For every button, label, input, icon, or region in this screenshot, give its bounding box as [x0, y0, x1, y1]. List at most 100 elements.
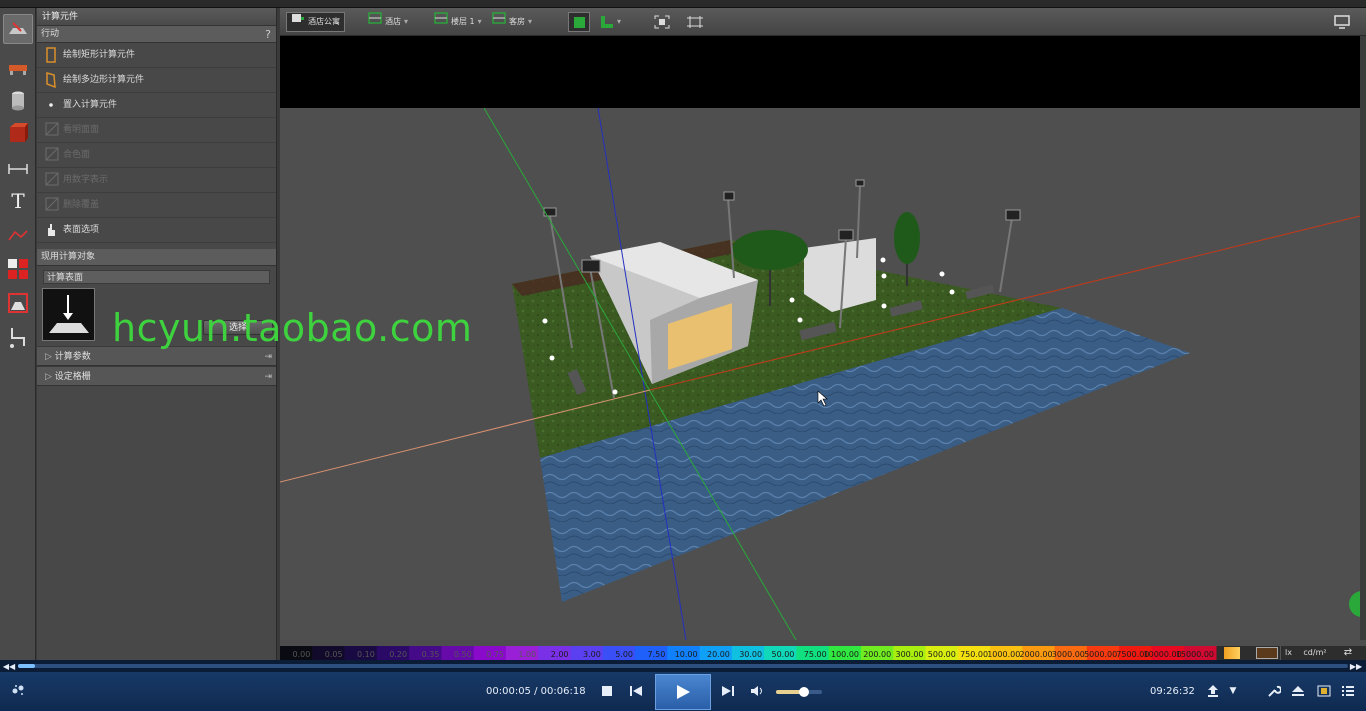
calc-elements-panel: 计算元件 行动 ? 绘制矩形计算元件 绘制多边形计算元件 置入计算元件 看明面面合色面… [37, 8, 277, 660]
legend-value-label: 3000.00 [1052, 650, 1085, 659]
current-object-section-header: 现用计算对象 [37, 249, 276, 266]
seek-track[interactable] [18, 664, 1348, 668]
dimension-icon[interactable] [682, 12, 708, 32]
wrench-icon[interactable] [1266, 682, 1282, 700]
legend-value-label: 0.20 [389, 650, 407, 659]
action-list: 绘制矩形计算元件 绘制多边形计算元件 置入计算元件 看明面面合色面用数字表示删除覆盖表… [37, 43, 276, 243]
viewport-selector-label: 客房 [509, 17, 525, 26]
legend-value-label: 15000.00 [1176, 650, 1214, 659]
legend-value-label: 2000.00 [1020, 650, 1053, 659]
viewport-selector-label: 酒店 [385, 17, 401, 26]
action-item-label: 用数字表示 [63, 174, 109, 185]
path-icon[interactable] [3, 322, 33, 352]
play-button[interactable] [655, 674, 711, 710]
room-cube-icon[interactable] [3, 118, 33, 148]
previous-button[interactable] [628, 684, 644, 698]
colors-grid-icon[interactable] [3, 254, 33, 284]
legend-value-label: 1.00 [518, 650, 536, 659]
viewport-selector-label: 楼层 1 [451, 17, 475, 26]
calc-element-tool-icon[interactable] [3, 14, 33, 44]
seek-forward-icon[interactable]: ▶▶ [1350, 660, 1362, 672]
swap-icon[interactable]: ⇄ [1338, 646, 1358, 660]
eject-icon[interactable] [1290, 682, 1306, 700]
solid-view-icon[interactable] [568, 12, 590, 32]
fit-view-icon[interactable] [650, 12, 674, 32]
calc-params-expander[interactable]: ▷ 计算参数 ⇥ [37, 346, 276, 366]
pin-icon[interactable]: ⇥ [264, 367, 272, 387]
rectangle-element-icon [45, 47, 57, 63]
action-item[interactable]: 置入计算元件 [37, 93, 276, 118]
action-item: 看明面面 [37, 118, 276, 143]
legend-value-label: 20.00 [707, 650, 730, 659]
l-shape-icon[interactable]: ▾ [596, 12, 625, 32]
playlist-icon[interactable] [1340, 682, 1356, 700]
legend-swatch-icon[interactable] [1224, 647, 1240, 659]
action-item-label: 绘制多边形计算元件 [63, 74, 145, 85]
panel-title: 计算元件 [37, 8, 276, 26]
help-icon[interactable]: ? [265, 26, 271, 43]
3d-scene[interactable] [279, 107, 1366, 641]
current-object-box: 计算表面 选择 [37, 266, 276, 346]
legend-value-label: 0.10 [357, 650, 375, 659]
action-item[interactable]: 绘制矩形计算元件 [37, 43, 276, 68]
pin-icon[interactable]: ⇥ [264, 347, 272, 367]
action-item: 合色面 [37, 143, 276, 168]
measure-icon[interactable] [3, 154, 33, 184]
screen-icon[interactable] [1316, 682, 1332, 700]
hand-icon [45, 222, 57, 238]
viewport-toolbar: 酒店公寓 酒店 ▾ 楼层 1 ▾ 客房 ▾ ▾ [280, 8, 1366, 36]
next-button[interactable] [720, 684, 736, 698]
volume-slider[interactable] [776, 687, 822, 697]
volume-knob[interactable] [798, 687, 809, 697]
legend-value-label: 0.50 [454, 650, 472, 659]
action-item-label: 置入计算元件 [63, 99, 118, 110]
legend-value-label: 30.00 [739, 650, 762, 659]
chevron-down-icon: ▾ [404, 17, 409, 26]
curve-icon[interactable] [3, 220, 33, 250]
viewport-scrollbar[interactable] [1360, 36, 1366, 640]
stack-icon [368, 12, 382, 32]
legend-value-label: 2.00 [551, 650, 569, 659]
legend-value-label: 3.00 [583, 650, 601, 659]
select-button[interactable]: 选择 [203, 320, 273, 335]
grid-settings-expander[interactable]: ▷ 设定格栅 ⇥ [37, 366, 276, 386]
action-item[interactable]: 表面选项 [37, 218, 276, 243]
viewport-selector-2[interactable]: 楼层 1 ▾ [430, 12, 486, 32]
legend-value-label: 1000.00 [987, 650, 1020, 659]
candela-unit-button[interactable]: cd/m² [1300, 646, 1330, 660]
stop-button[interactable] [600, 684, 614, 698]
actions-section-header: 行动 ? [37, 26, 276, 43]
text-icon[interactable]: T [3, 186, 33, 216]
3d-viewport[interactable]: 酒店公寓 酒店 ▾ 楼层 1 ▾ 客房 ▾ ▾ 0.00 0.05 0.10 0… [279, 8, 1366, 660]
legend-swatch-selected-icon[interactable] [1256, 647, 1278, 659]
dropdown-icon[interactable]: ▼ [1226, 682, 1240, 700]
action-item-label: 合色面 [63, 149, 91, 160]
monitor-icon[interactable] [1330, 12, 1354, 32]
viewport-selector-3[interactable]: 客房 ▾ [488, 12, 536, 32]
upload-icon[interactable] [1204, 682, 1222, 700]
seek-back-icon[interactable]: ◀◀ [3, 660, 15, 672]
viewport-selector-label: 酒店公寓 [308, 17, 340, 26]
room-icon [492, 12, 506, 32]
legend-value-label: 100.00 [831, 650, 859, 659]
floor-icon [434, 12, 448, 32]
calc-surface-icon[interactable] [3, 288, 33, 318]
action-item-label: 绘制矩形计算元件 [63, 49, 136, 60]
action-item[interactable]: 绘制多边形计算元件 [37, 68, 276, 93]
viewport-selector-1[interactable]: 酒店 ▾ [364, 12, 412, 32]
viewport-selector-0[interactable]: 酒店公寓 [286, 12, 345, 32]
volume-icon[interactable] [750, 684, 766, 698]
sofa-icon[interactable] [3, 54, 33, 84]
legend-value-label: 0.00 [292, 650, 310, 659]
action-item-label: 看明面面 [63, 124, 100, 135]
legend-value-label: 10.00 [675, 650, 698, 659]
lux-unit-button[interactable]: lx [1280, 646, 1296, 660]
seek-bar[interactable]: ◀◀ ▶▶ [0, 660, 1366, 672]
footprint-icon[interactable] [10, 682, 26, 698]
cylinder-icon[interactable] [3, 86, 33, 116]
action-item-label: 表面选项 [63, 224, 100, 235]
action-item-label: 删除覆盖 [63, 199, 100, 210]
clock-time: 09:26:32 [1150, 686, 1195, 697]
viewport-black-band [280, 36, 1360, 108]
chevron-down-icon: ▾ [477, 17, 482, 26]
